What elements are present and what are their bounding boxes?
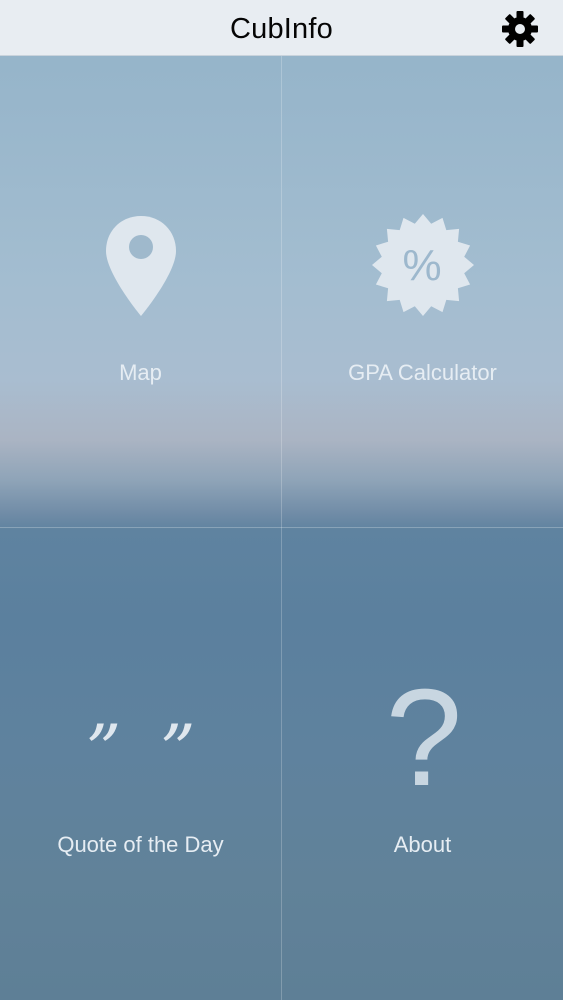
tile-label-map: Map — [119, 360, 162, 385]
tile-about[interactable]: ? About — [282, 528, 563, 1000]
gear-icon — [502, 11, 538, 47]
tile-gpa-calculator[interactable]: % GPA Calculator — [282, 56, 563, 528]
percent-badge-icon: % — [371, 214, 474, 316]
nav-bar: CubInfo — [0, 0, 563, 56]
tile-map[interactable]: Map — [0, 56, 281, 528]
tile-quote-of-the-day[interactable]: ” ” Quote of the Day — [0, 528, 281, 1000]
tile-label-quote-of-the-day: Quote of the Day — [57, 832, 224, 857]
settings-button[interactable] — [499, 8, 541, 50]
quote-right-glyph: ” — [159, 716, 196, 762]
svg-text:%: % — [402, 241, 441, 290]
map-pin-icon — [105, 216, 176, 316]
app-title: CubInfo — [230, 13, 333, 45]
question-mark-icon: ? — [385, 661, 463, 815]
tile-label-about: About — [393, 832, 452, 857]
quote-marks-icon: ” ” — [86, 716, 196, 762]
quote-left-glyph: ” — [85, 716, 122, 762]
tile-label-gpa-calculator: GPA Calculator — [348, 360, 497, 385]
grid-divider-horizontal — [0, 527, 563, 528]
grid-divider-vertical — [281, 56, 282, 1000]
